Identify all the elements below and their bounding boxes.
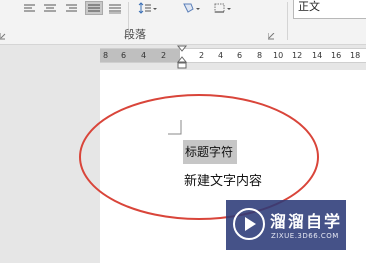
distributed-icon[interactable] (107, 2, 123, 14)
dialog-launcher-icon[interactable] (0, 33, 6, 40)
ruler-tick: 6 (121, 51, 127, 60)
horizontal-ruler[interactable]: 8 6 4 2 2 4 6 8 10 12 14 16 18 (100, 48, 366, 63)
ruler-tick: 14 (312, 51, 323, 60)
play-logo-icon (233, 208, 265, 240)
align-right-icon[interactable] (63, 2, 79, 14)
borders-icon[interactable] (212, 2, 238, 14)
ruler-tick: 16 (331, 51, 342, 60)
ruler-tick: 8 (257, 51, 263, 60)
ruler-tick: 18 (350, 51, 361, 60)
ruler-tick: 2 (161, 51, 167, 60)
align-left-icon[interactable] (22, 2, 38, 14)
text-boundary-mark (168, 120, 182, 135)
ruler-tick: 4 (218, 51, 224, 60)
shading-icon[interactable] (180, 2, 204, 14)
ruler-margin-area (100, 49, 180, 62)
ruler-tick: 4 (141, 51, 147, 60)
ruler-tick: 12 (292, 51, 303, 60)
watermark-title: 溜溜自学 (270, 212, 343, 231)
style-sample-label: 正文 (298, 0, 320, 13)
align-center-icon[interactable] (42, 2, 58, 14)
justify-icon[interactable] (85, 1, 103, 15)
word-window: 正文 段落 8 6 4 2 2 4 6 8 10 12 14 16 18 标题字… (0, 0, 366, 263)
selected-heading-text[interactable]: 标题字符 (183, 140, 238, 164)
ruler-tick: 8 (103, 51, 109, 60)
line-spacing-icon[interactable] (138, 2, 158, 14)
style-gallery-item[interactable]: 正文 (293, 0, 366, 19)
indent-marker-icon[interactable] (176, 45, 188, 70)
paragraph-dialog-launcher-icon[interactable] (268, 33, 275, 40)
ruler-tick: 2 (199, 51, 205, 60)
watermark-logo: 溜溜自学 ZIXUE.3D66.COM (226, 200, 346, 250)
ruler-tick: 10 (273, 51, 284, 60)
ribbon: 正文 段落 (0, 0, 366, 45)
watermark-url: ZIXUE.3D66.COM (271, 232, 339, 240)
body-text-line[interactable]: 新建文字内容 (184, 172, 262, 192)
paragraph-group-label: 段落 (124, 28, 146, 41)
ruler-tick: 6 (237, 51, 243, 60)
